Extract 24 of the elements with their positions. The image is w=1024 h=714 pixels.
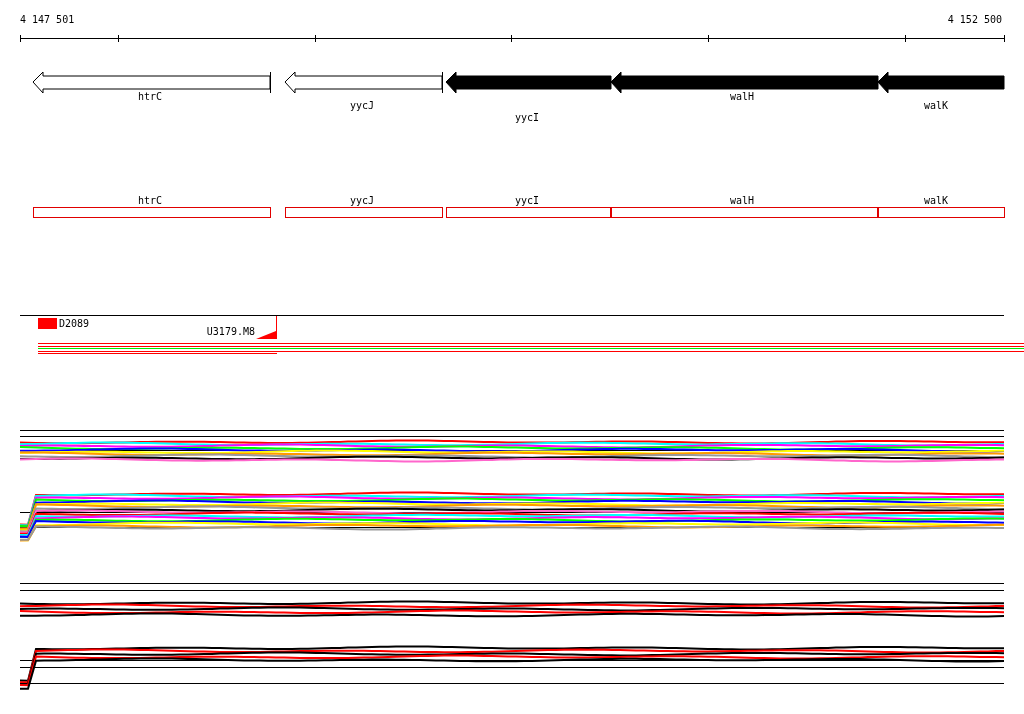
annotation-label: htrC [137, 195, 163, 206]
gene-arrow[interactable] [445, 71, 612, 94]
gene-label: yycI [514, 112, 540, 123]
annotation-label: walH [729, 195, 755, 206]
gene-label: walH [729, 91, 755, 102]
annotation-box[interactable] [33, 207, 271, 218]
annotation-box[interactable] [611, 207, 878, 218]
feature-label: U3179.M8 [206, 326, 255, 337]
annotation-box[interactable] [878, 207, 1005, 218]
end-coordinate: 4 152 500 [947, 14, 1002, 25]
gene-arrow[interactable] [610, 71, 879, 94]
annotation-label: walK [923, 195, 949, 206]
annotation-box[interactable] [446, 207, 611, 218]
feature-label: D2089 [59, 318, 90, 329]
gene-label: yycJ [349, 100, 375, 111]
annotation-box[interactable] [285, 207, 443, 218]
gene-label: htrC [137, 91, 163, 102]
feature-marker[interactable] [256, 316, 277, 339]
gene-label: walK [923, 100, 949, 111]
gene-arrow[interactable] [877, 71, 1005, 94]
feature-marker[interactable] [38, 318, 57, 329]
annotation-label: yycI [514, 195, 540, 206]
start-coordinate: 4 147 501 [20, 14, 75, 25]
annotation-label: yycJ [349, 195, 375, 206]
